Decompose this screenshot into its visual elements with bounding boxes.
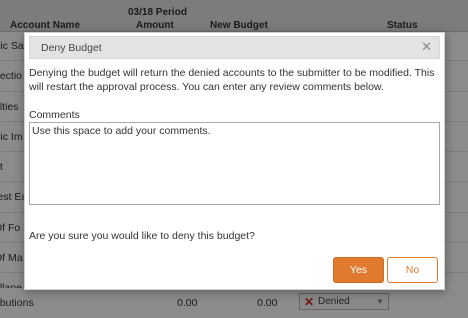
dialog-message: Denying the budget will return the denie… [29, 67, 435, 93]
dialog-titlebar: Deny Budget ✕ [29, 36, 440, 59]
yes-button[interactable]: Yes [333, 257, 384, 283]
confirm-question: Are you sure you would like to deny this… [29, 230, 255, 242]
no-button[interactable]: No [387, 257, 438, 283]
dialog-title: Deny Budget [41, 42, 102, 54]
close-icon[interactable]: ✕ [421, 40, 432, 54]
deny-budget-dialog: Deny Budget ✕ Denying the budget will re… [24, 32, 445, 290]
comments-label: Comments [29, 109, 80, 121]
comments-input[interactable] [29, 122, 440, 205]
